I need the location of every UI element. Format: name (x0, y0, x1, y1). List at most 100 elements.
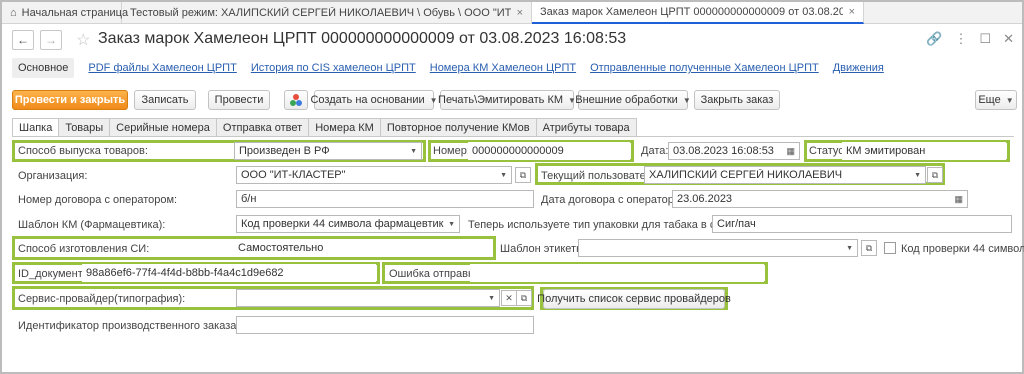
tab-send-response[interactable]: Отправка ответ (215, 118, 310, 136)
structure-button[interactable] (284, 90, 308, 110)
si-method-value: Самостоятельно (238, 242, 324, 254)
link-pdf-files[interactable]: PDF файлы Хамелеон ЦРПТ (88, 62, 236, 74)
star-icon[interactable]: ☆ (76, 30, 90, 50)
clear-icon[interactable]: ✕ (501, 290, 517, 306)
service-provider-select[interactable]: ▼ (236, 289, 500, 307)
production-order-field[interactable] (236, 316, 534, 334)
create-based-on-button[interactable]: Создать на основании ▼ (310, 90, 438, 110)
window-controls: 🔗 ⋮ ☐ ✕ (926, 31, 1014, 47)
label-template-select[interactable]: ▼ (578, 239, 858, 257)
page-title: Заказ марок Хамелеон ЦРПТ 00000000000000… (98, 30, 627, 47)
external-processing-button[interactable]: Внешние обработки ▼ (575, 90, 691, 110)
back-button[interactable]: ← (12, 30, 34, 50)
print-emit-button[interactable]: Печать\Эмитировать КМ ▼ (438, 90, 576, 110)
send-error-field[interactable] (470, 264, 764, 282)
link-km-numbers[interactable]: Номера КМ Хамелеон ЦРПТ (430, 62, 576, 74)
check44-checkbox[interactable] (884, 242, 896, 254)
tab-goods-attributes[interactable]: Атрибуты товара (535, 118, 637, 136)
number-label: Номер: (433, 145, 470, 157)
more-vertical-icon[interactable]: ⋮ (954, 31, 967, 47)
release-method-select[interactable]: Произведен В РФ ▼ (234, 142, 422, 160)
more-button[interactable]: Еще ▼ (975, 90, 1017, 110)
create-based-on-label: Создать на основании (310, 94, 425, 106)
link-icon[interactable]: 🔗 (926, 31, 942, 47)
pack-type-value: Сиг/пач (717, 218, 756, 230)
release-method-label: Способ выпуска товаров: (18, 145, 148, 157)
open-link-icon[interactable]: ⧉ (927, 167, 943, 183)
si-method-field[interactable]: Самостоятельно (234, 239, 492, 257)
link-main[interactable]: Основное (12, 58, 75, 78)
date-value: 03.08.2023 16:08:53 (673, 145, 774, 157)
post-and-close-label: Провести и закрыть (14, 94, 126, 106)
contract-date-field[interactable]: 23.06.2023 ▦ (672, 190, 968, 208)
link-cis-history[interactable]: История по CIS хамелеон ЦРПТ (251, 62, 416, 74)
tab-home[interactable]: ⌂ Начальная страница (2, 2, 128, 24)
form-tabs: Шапка Товары Серийные номера Отправка от… (12, 118, 637, 137)
top-tab-bar: ⌂ Начальная страница Тестовый режим: ХАЛ… (2, 2, 1022, 24)
tab-order[interactable]: Заказ марок Хамелеон ЦРПТ 00000000000000… (532, 2, 864, 24)
current-user-label: Текущий пользователь: (541, 170, 661, 182)
open-link-icon[interactable]: ⧉ (516, 290, 532, 306)
chevron-down-icon: ▼ (500, 171, 507, 179)
km-template-value: Код проверки 44 символа фармацевтика (241, 218, 445, 230)
tab-order-label: Заказ марок Хамелеон ЦРПТ 00000000000000… (540, 6, 843, 18)
label-template-label: Шаблон этикетки: (500, 243, 591, 255)
link-sent-received[interactable]: Отправленные полученные Хамелеон ЦРПТ (590, 62, 819, 74)
link-movements[interactable]: Движения (833, 62, 884, 74)
tab-serial-numbers[interactable]: Серийные номера (109, 118, 217, 136)
home-icon: ⌂ (10, 7, 17, 19)
save-button[interactable]: Записать (134, 90, 196, 110)
get-providers-label: Получить список сервис провайдеров (537, 293, 731, 305)
km-template-select[interactable]: Код проверки 44 символа фармацевтика ▼ (236, 215, 460, 233)
external-processing-label: Внешние обработки (575, 94, 678, 106)
calendar-icon[interactable]: ▦ (954, 194, 963, 205)
chevron-down-icon: ▼ (448, 220, 455, 228)
contract-number-label: Номер договора с оператором: (18, 194, 178, 206)
status-field: КМ эмитирован (842, 142, 1006, 160)
open-link-icon[interactable]: ⧉ (515, 167, 531, 183)
get-providers-button[interactable]: Получить список сервис провайдеров (537, 289, 731, 309)
organization-select[interactable]: ООО "ИТ-КЛАСТЕР" ▼ (236, 166, 512, 184)
post-button[interactable]: Провести (208, 90, 270, 110)
tab-goods[interactable]: Товары (58, 118, 111, 136)
calendar-icon[interactable]: ▦ (786, 146, 795, 157)
service-provider-label: Сервис-провайдер(типография): (18, 293, 186, 305)
chevron-down-icon: ▼ (429, 95, 438, 105)
tab-home-label: Начальная страница (21, 7, 129, 19)
contract-number-field[interactable]: б/н (236, 190, 534, 208)
close-order-label: Закрыть заказ (700, 94, 774, 106)
date-label: Дата: (641, 145, 669, 157)
organization-label: Организация: (18, 170, 88, 182)
more-label: Еще (978, 94, 1001, 106)
close-icon[interactable]: × (849, 6, 855, 18)
open-link-icon[interactable]: ⧉ (861, 240, 877, 256)
status-value: КМ эмитирован (846, 145, 926, 157)
chevron-down-icon: ▼ (488, 294, 495, 302)
tab-divider (12, 136, 1014, 137)
section-links: Основное PDF файлы Хамелеон ЦРПТ История… (12, 58, 884, 78)
tab-km-re-receive[interactable]: Повторное получение КМов (379, 118, 537, 136)
contract-date-value: 23.06.2023 (677, 193, 733, 205)
date-field[interactable]: 03.08.2023 16:08:53 ▦ (668, 142, 800, 160)
chevron-down-icon: ▼ (914, 171, 921, 179)
tab-test-mode[interactable]: Тестовый режим: ХАЛИПСКИЙ СЕРГЕЙ НИКОЛАЕ… (122, 2, 532, 24)
number-field[interactable]: 000000000000009 (468, 142, 630, 160)
release-method-value: Произведен В РФ (239, 145, 330, 157)
forward-button[interactable]: → (40, 30, 62, 50)
contract-number-value: б/н (241, 193, 257, 205)
maximize-icon[interactable]: ☐ (979, 31, 991, 47)
current-user-value: ХАЛИПСКИЙ СЕРГЕЙ НИКОЛАЕВИЧ (649, 169, 843, 181)
tab-header[interactable]: Шапка (12, 118, 60, 137)
close-order-button[interactable]: Закрыть заказ (694, 90, 780, 110)
chevron-down-icon: ▼ (1005, 95, 1014, 105)
post-and-close-button[interactable]: Провести и закрыть (12, 90, 128, 110)
print-emit-label: Печать\Эмитировать КМ (438, 94, 564, 106)
pack-type-field[interactable]: Сиг/пач (712, 215, 1012, 233)
tab-km-numbers[interactable]: Номера КМ (308, 118, 381, 136)
close-icon[interactable]: × (517, 7, 523, 19)
close-icon[interactable]: ✕ (1003, 31, 1014, 47)
contract-date-label: Дата договора с оператором: (541, 194, 691, 206)
current-user-select[interactable]: ХАЛИПСКИЙ СЕРГЕЙ НИКОЛАЕВИЧ ▼ (644, 166, 926, 184)
chevron-down-icon: ▼ (410, 147, 417, 155)
document-id-field[interactable]: 98a86ef6-77f4-4f4d-b8bb-f4a4c1d9e682 (82, 264, 376, 282)
